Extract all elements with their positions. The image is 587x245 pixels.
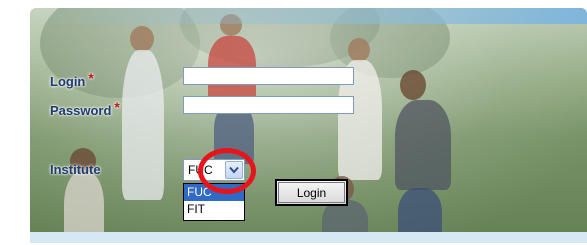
login-button[interactable]: Login bbox=[275, 179, 348, 206]
login-input[interactable] bbox=[183, 67, 354, 85]
institute-label-text: Institute bbox=[50, 162, 101, 177]
header-wave bbox=[30, 8, 587, 24]
login-label: Login * bbox=[50, 70, 94, 89]
institute-label: Institute bbox=[50, 162, 101, 177]
login-label-text: Login bbox=[50, 74, 86, 89]
required-marker: * bbox=[114, 99, 120, 115]
password-input[interactable] bbox=[183, 96, 354, 114]
annotation-circle bbox=[198, 148, 256, 194]
bottom-band bbox=[30, 232, 587, 243]
required-marker: * bbox=[88, 70, 94, 86]
login-screen: Login * Password * Institute FUC FUC FIT L… bbox=[0, 0, 587, 245]
background-photo bbox=[30, 8, 587, 243]
password-label: Password * bbox=[50, 99, 120, 118]
login-button-label: Login bbox=[278, 182, 345, 203]
password-label-text: Password bbox=[50, 103, 112, 118]
institute-option-fit[interactable]: FIT bbox=[184, 201, 244, 218]
